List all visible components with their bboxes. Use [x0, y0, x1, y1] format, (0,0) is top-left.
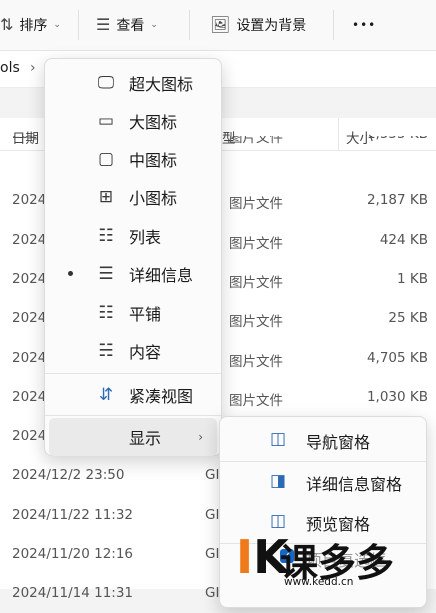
- cell-type: 图片文件: [229, 274, 283, 291]
- view-label: 查看: [116, 18, 145, 34]
- content-icon: ☵: [98, 341, 114, 361]
- watermark: IK 课多多 www.kedd.cn: [236, 530, 436, 589]
- cell-date: 2024/11/14 11:31: [12, 585, 134, 602]
- cell-size: 1,030 KB: [366, 388, 428, 405]
- cell-date: 202: [12, 136, 38, 142]
- cell-size: 2,187 KB: [366, 192, 428, 209]
- view-icon: ☰: [96, 15, 111, 34]
- cell-date: 2024/11/22 11:32: [12, 506, 134, 523]
- small-icons-grid-icon: ⊞: [98, 187, 114, 207]
- command-bar: ⇅ 排序 ⌄ ☰ 查看 ⌄ 🖼 设置为背景 •••: [0, 0, 436, 51]
- cell-size: 1 KB: [397, 270, 428, 287]
- chevron-down-icon: ⌄: [53, 20, 61, 30]
- monitor-large-icon: 🖵: [97, 73, 115, 93]
- view-button[interactable]: ☰ 查看 ⌄: [96, 0, 158, 50]
- details-icon: ☰: [98, 264, 114, 284]
- menu-item-show[interactable]: 显示 ›: [49, 418, 217, 456]
- set-as-background-button[interactable]: 🖼 设置为背景: [210, 0, 306, 50]
- cell-date: 2024: [12, 231, 47, 248]
- cell-type: 图片文件: [229, 136, 283, 146]
- more-icon: •••: [352, 18, 377, 32]
- cell-type: 图片文件: [229, 314, 283, 331]
- list-icon: ☷: [98, 226, 114, 246]
- menu-item-content[interactable]: ☵ 内容: [49, 332, 217, 370]
- menu-item-small-icons[interactable]: ⊞ 小图标: [49, 178, 217, 216]
- cell-type: GI: [205, 585, 220, 602]
- cell-type: 图片文件: [229, 235, 283, 252]
- toolbar-separator: [78, 10, 79, 40]
- menu-item-list[interactable]: ☷ 列表: [49, 217, 217, 255]
- cell-type: 图片文件: [229, 353, 283, 370]
- selected-bullet-icon: [68, 271, 73, 276]
- menu-item-extra-large-icons[interactable]: 🖵 超大图标: [49, 64, 217, 102]
- cell-size: 1,555 KB: [367, 136, 428, 142]
- cell-date: 2024/12/2 23:50: [12, 467, 125, 484]
- compact-view-icon: ⇵: [98, 385, 114, 405]
- submenu-item-navigation-pane[interactable]: ◫ 导航窗格: [224, 419, 422, 459]
- view-menu: 🖵 超大图标 ▭ 大图标 ▢ 中图标 ⊞ 小图标 ☷ 列表 ☰ 详细信息 ☷ 平…: [44, 58, 222, 456]
- cell-type: GI: [205, 506, 220, 523]
- chevron-down-icon: ⌄: [150, 20, 158, 30]
- menu-item-large-icons[interactable]: ▭ 大图标: [49, 102, 217, 140]
- tiles-icon: ☷: [98, 303, 114, 323]
- cell-size: 4,705 KB: [366, 349, 428, 366]
- menu-item-compact-view[interactable]: ⇵ 紧凑视图: [49, 376, 217, 414]
- cell-type: GI: [205, 546, 220, 562]
- menu-item-details[interactable]: ☰ 详细信息: [49, 255, 217, 293]
- breadcrumb-separator-icon: ›: [30, 60, 36, 76]
- toolbar-separator: [189, 10, 190, 40]
- monitor-icon: ▭: [97, 111, 115, 131]
- navigation-pane-icon: ◫: [270, 429, 287, 449]
- sort-button[interactable]: ⇅ 排序 ⌄: [0, 0, 61, 50]
- submenu-item-details-pane[interactable]: ◨ 详细信息窗格: [224, 461, 422, 501]
- cell-type: GI: [205, 467, 220, 484]
- cell-date: 2024: [12, 349, 47, 366]
- breadcrumb-segment[interactable]: ols: [0, 60, 20, 76]
- cell-date: 2024: [12, 310, 47, 327]
- menu-item-medium-icons[interactable]: ▢ 中图标: [49, 140, 217, 178]
- sort-label: 排序: [19, 18, 48, 34]
- sort-icon: ⇅: [0, 15, 14, 34]
- toolbar-separator: [333, 10, 334, 40]
- cell-size: 25 KB: [388, 310, 428, 327]
- cell-date: 2024: [12, 428, 47, 445]
- watermark-url: www.kedd.cn: [284, 576, 354, 588]
- cell-date: 2024: [12, 388, 47, 405]
- more-options-button[interactable]: •••: [352, 0, 376, 50]
- cell-type: 图片文件: [229, 392, 283, 409]
- cell-date: 2024: [12, 192, 47, 209]
- details-pane-icon: ◨: [270, 471, 287, 491]
- monitor-medium-icon: ▢: [97, 149, 115, 169]
- chevron-right-icon: ›: [198, 430, 203, 444]
- cell-date: 2024: [12, 270, 47, 287]
- menu-divider: [45, 373, 221, 374]
- picture-icon: 🖼: [210, 15, 231, 34]
- menu-divider: [45, 415, 221, 416]
- cell-size: 424 KB: [379, 231, 428, 248]
- preview-pane-icon: ◫: [270, 511, 287, 531]
- set-as-background-label: 设置为背景: [236, 18, 307, 34]
- cell-date: 2024/11/20 12:16: [12, 546, 134, 562]
- menu-item-tiles[interactable]: ☷ 平铺: [49, 294, 217, 332]
- cell-type: 图片文件: [229, 196, 283, 213]
